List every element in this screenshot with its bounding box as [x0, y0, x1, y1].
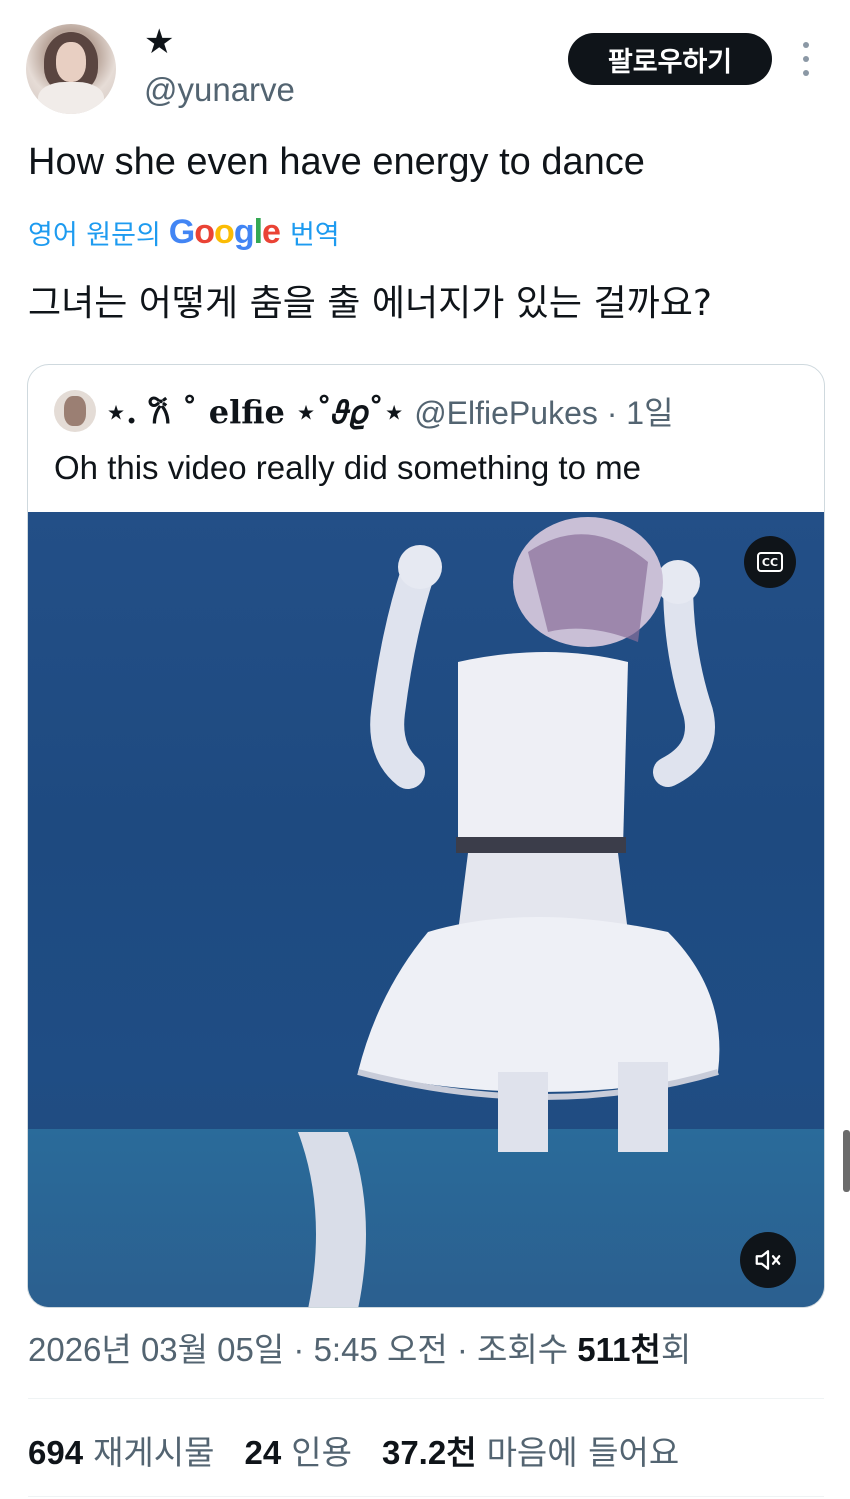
stat-label: 재게시물 [93, 1433, 215, 1472]
engagement-stats: 694 재게시물 24 인용 37.2천 마음에 들어요 [28, 1428, 709, 1472]
quoted-author-avatar[interactable] [54, 390, 96, 432]
translation-suffix: 번역 [289, 219, 340, 251]
quoted-author-name[interactable]: ⋆. 𐙚 ˚ elfie ⋆˚𝜗𝜚˚⋆ [106, 390, 404, 433]
more-dot [803, 70, 809, 76]
quoted-tweet-header: ⋆. 𐙚 ˚ elfie ⋆˚𝜗𝜚˚⋆ @ElfiePukes · 1일 [54, 389, 674, 433]
stat-label: 인용 [291, 1433, 352, 1472]
tweet-meta: 2026년 03월 05일 · 5:45 오전 · 조회수 511천회 [28, 1328, 691, 1372]
speaker-muted-glyph [755, 1250, 781, 1270]
speaker-muted-icon[interactable] [740, 1232, 796, 1288]
stat-label: 마음에 들어요 [486, 1433, 680, 1472]
video-player[interactable]: CC [28, 512, 824, 1307]
translation-notice[interactable]: 영어 원문의 Google 번역 [28, 208, 340, 256]
quoted-tweet-card[interactable]: ⋆. 𐙚 ˚ elfie ⋆˚𝜗𝜚˚⋆ @ElfiePukes · 1일 Oh … [27, 364, 825, 1308]
stat-quotes[interactable]: 24 인용 [245, 1426, 352, 1474]
divider [28, 1398, 824, 1399]
quoted-tweet-text: Oh this video really did something to me [54, 449, 641, 486]
stat-value: 24 [244, 1434, 282, 1471]
translation-prefix: 영어 원문의 [28, 219, 161, 251]
more-dot [803, 56, 809, 62]
stat-likes[interactable]: 37.2천 마음에 들어요 [382, 1426, 679, 1474]
divider [28, 1496, 824, 1497]
avatar-body [38, 82, 104, 114]
scrollbar-thumb[interactable] [843, 1130, 850, 1192]
views-suffix: 회 [660, 1331, 692, 1368]
closed-captions-icon[interactable]: CC [744, 536, 796, 588]
tweet-datetime[interactable]: 2026년 03월 05일 · 5:45 오전 · 조회수 [28, 1331, 577, 1368]
video-frame-dancer [298, 517, 720, 1307]
stat-value: 694 [28, 1434, 84, 1471]
cc-label: CC [757, 552, 783, 572]
views-count: 511천 [577, 1331, 661, 1368]
stat-reposts[interactable]: 694 재게시물 [28, 1426, 215, 1474]
author-display-name[interactable]: ★ [144, 22, 174, 62]
translated-text: 그녀는 어떻게 춤을 출 에너지가 있는 걸까요? [28, 283, 712, 324]
tweet-text: How she even have energy to dance [28, 141, 645, 183]
more-dot [803, 42, 809, 48]
follow-button[interactable]: 팔로우하기 [568, 33, 772, 85]
author-avatar[interactable] [26, 24, 116, 114]
avatar-face [56, 42, 86, 82]
more-vertical-icon[interactable] [796, 42, 816, 76]
author-handle[interactable]: @yunarve [144, 70, 295, 110]
google-logo: Google [168, 212, 281, 251]
quoted-author-handle-time: @ElfiePukes · 1일 [414, 395, 674, 431]
stat-value: 37.2천 [381, 1434, 477, 1471]
